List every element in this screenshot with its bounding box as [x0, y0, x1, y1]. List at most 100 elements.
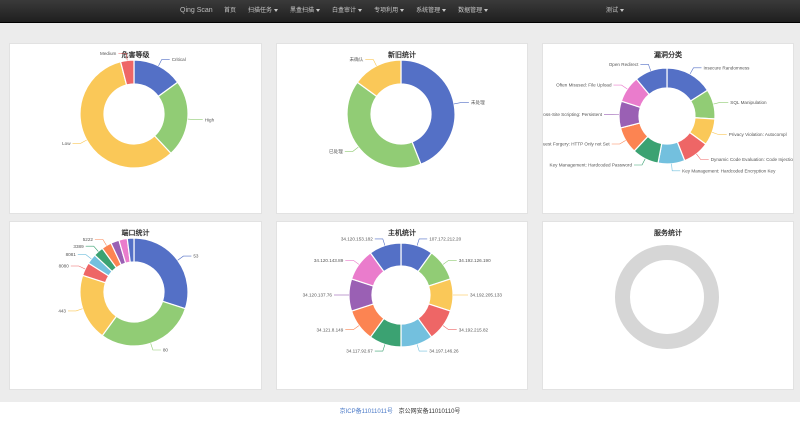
label-leader-line [374, 238, 386, 246]
slice-label: 34.197.146.26 [429, 349, 459, 354]
pie-slice[interactable] [346, 81, 422, 169]
slice-label: 34.192.126.190 [459, 258, 491, 263]
label-leader-line [118, 53, 128, 61]
slice-label: Key Management: Hardcoded Encryption Key [682, 168, 776, 173]
menu-item-label: 首页 [224, 8, 237, 14]
pie-slice[interactable] [133, 237, 189, 310]
slice-label: SQL Manipulation [730, 100, 767, 105]
label-leader-line [442, 259, 457, 265]
caret-down-icon [484, 8, 489, 12]
slice-label: 80 [163, 348, 169, 353]
slice-label: 5222 [83, 237, 94, 242]
menu-item-exploit[interactable]: 专项利用 [368, 0, 410, 22]
label-leader-line [72, 139, 87, 144]
footer: 京ICP备11011011号 京公网安备11010110号 [0, 402, 800, 422]
brand-logo[interactable]: Qing Scan [180, 0, 213, 22]
menu-item-label: 系统管理 [416, 8, 441, 14]
slice-label: Dynamic Code Evaluation: Code Injection [711, 157, 793, 162]
main-menu: 首页 扫描任务 黑盒扫描 白盒审计 专项利用 系统管理 数据管理 [218, 0, 494, 22]
donut-chart: 53 80 443 8080 8081 3389 5222 [58, 237, 199, 353]
slice-label: 34.120.143.89 [314, 258, 344, 263]
menu-item-label: 扫描任务 [248, 8, 273, 14]
slice-label: 34.192.215.82 [459, 327, 489, 332]
slice-label: Open Redirect [609, 62, 639, 67]
slice-label: 8081 [66, 252, 77, 257]
slice-label: Insecure Randomness [703, 65, 750, 70]
chart-card-services: 服务统计 [542, 221, 794, 390]
label-leader-line [365, 59, 377, 67]
label-leader-line [696, 153, 709, 160]
chart-card-severity: 危害等级 Critical High Low Medium [9, 43, 262, 214]
slice-label: Key Management: Hardcoded Password [550, 163, 633, 168]
slice-label: 34.117.92.67 [346, 349, 373, 354]
label-leader-line [68, 308, 83, 312]
label-leader-line [94, 239, 107, 246]
label-leader-line [85, 245, 99, 252]
slice-label: 未确认 [350, 56, 364, 63]
label-leader-line [374, 344, 386, 352]
pie-slice[interactable] [101, 300, 186, 347]
label-leader-line [177, 255, 192, 261]
slice-label: Cross-Site Request Forgery: HTTP Only no… [543, 142, 610, 147]
caret-down-icon [442, 8, 447, 12]
slice-label: High [205, 117, 215, 122]
slice-label: 34.121.8.149 [316, 327, 343, 332]
menu-item-label: 数据管理 [458, 8, 483, 14]
caret-down-icon [620, 8, 625, 12]
footer-text: 京公网安备11010110号 [398, 409, 461, 415]
chart-card-vuln-category: 漏洞分类 Insecure Randomness SQL Manipulation… [542, 43, 794, 214]
label-leader-line [187, 118, 203, 120]
donut-chart [615, 245, 719, 349]
slice-label: 34.192.205.133 [470, 293, 502, 298]
label-leader-line [70, 265, 86, 270]
chart-card-ports: 端口统计 53 80 443 8080 8081 3389 5222 [9, 221, 262, 390]
user-menu[interactable]: 测试 [600, 0, 630, 22]
label-leader-line [671, 163, 681, 172]
label-leader-line [640, 63, 651, 71]
menu-item-system[interactable]: 系统管理 [410, 0, 452, 22]
chart-card-hosts: 主机统计 107.172.212.20 34.192.126.190 34.192.… [276, 221, 528, 390]
donut-chart: 未处理已处理 未确认 [329, 56, 485, 169]
empty-donut-ring [615, 245, 719, 349]
caret-down-icon [358, 8, 363, 12]
label-leader-line [416, 344, 428, 352]
menu-item-blackbox[interactable]: 黑盒扫描 [284, 0, 326, 22]
icp-link[interactable]: 京ICP备11011011号 [340, 409, 393, 415]
label-leader-line [345, 259, 360, 265]
menu-item-label: 专项利用 [374, 8, 399, 14]
slice-label: 107.172.212.20 [429, 236, 461, 241]
slice-label: 未处理 [471, 99, 485, 106]
label-leader-line [77, 254, 92, 260]
label-leader-line [344, 146, 359, 152]
donut-chart: Critical High Low Medium [62, 51, 215, 169]
menu-item-scan-task[interactable]: 扫描任务 [242, 0, 284, 22]
slice-label: 53 [193, 254, 199, 259]
label-leader-line [416, 238, 428, 246]
slice-label: 34.120.153.182 [341, 236, 373, 241]
slice-label: 34.120.137.76 [303, 293, 333, 298]
label-leader-line [150, 343, 161, 351]
menu-item-home[interactable]: 首页 [218, 0, 242, 22]
label-leader-line [712, 132, 727, 135]
chart-card-new-old: 新旧统计 未处理 已处理 未确认 [276, 43, 528, 214]
top-navbar: Qing Scan 首页 扫描任务 黑盒扫描 白盒审计 专项利用 系统管理 数据… [0, 0, 800, 23]
slice-label: Medium [100, 51, 117, 56]
label-leader-line [158, 59, 170, 67]
slice-label: Low [62, 141, 71, 146]
label-leader-line [453, 102, 469, 105]
slice-label: 3389 [73, 244, 84, 249]
user-menu-label: 测试 [606, 8, 619, 14]
donut-chart: 107.172.212.20 34.192.126.190 34.192.205.1… [303, 236, 503, 354]
slice-label: 已处理 [329, 148, 343, 155]
slice-label: Often Misused: File Upload [556, 83, 612, 88]
menu-item-whitebox[interactable]: 白盒审计 [326, 0, 368, 22]
menu-item-label: 白盒审计 [332, 8, 357, 14]
slice-label: Critical [172, 57, 186, 62]
label-leader-line [689, 67, 702, 75]
label-leader-line [713, 101, 729, 105]
caret-down-icon [274, 8, 279, 12]
menu-item-data[interactable]: 数据管理 [452, 0, 494, 22]
slice-label: 8080 [59, 264, 70, 269]
label-leader-line [634, 158, 646, 166]
label-leader-line [442, 325, 457, 330]
